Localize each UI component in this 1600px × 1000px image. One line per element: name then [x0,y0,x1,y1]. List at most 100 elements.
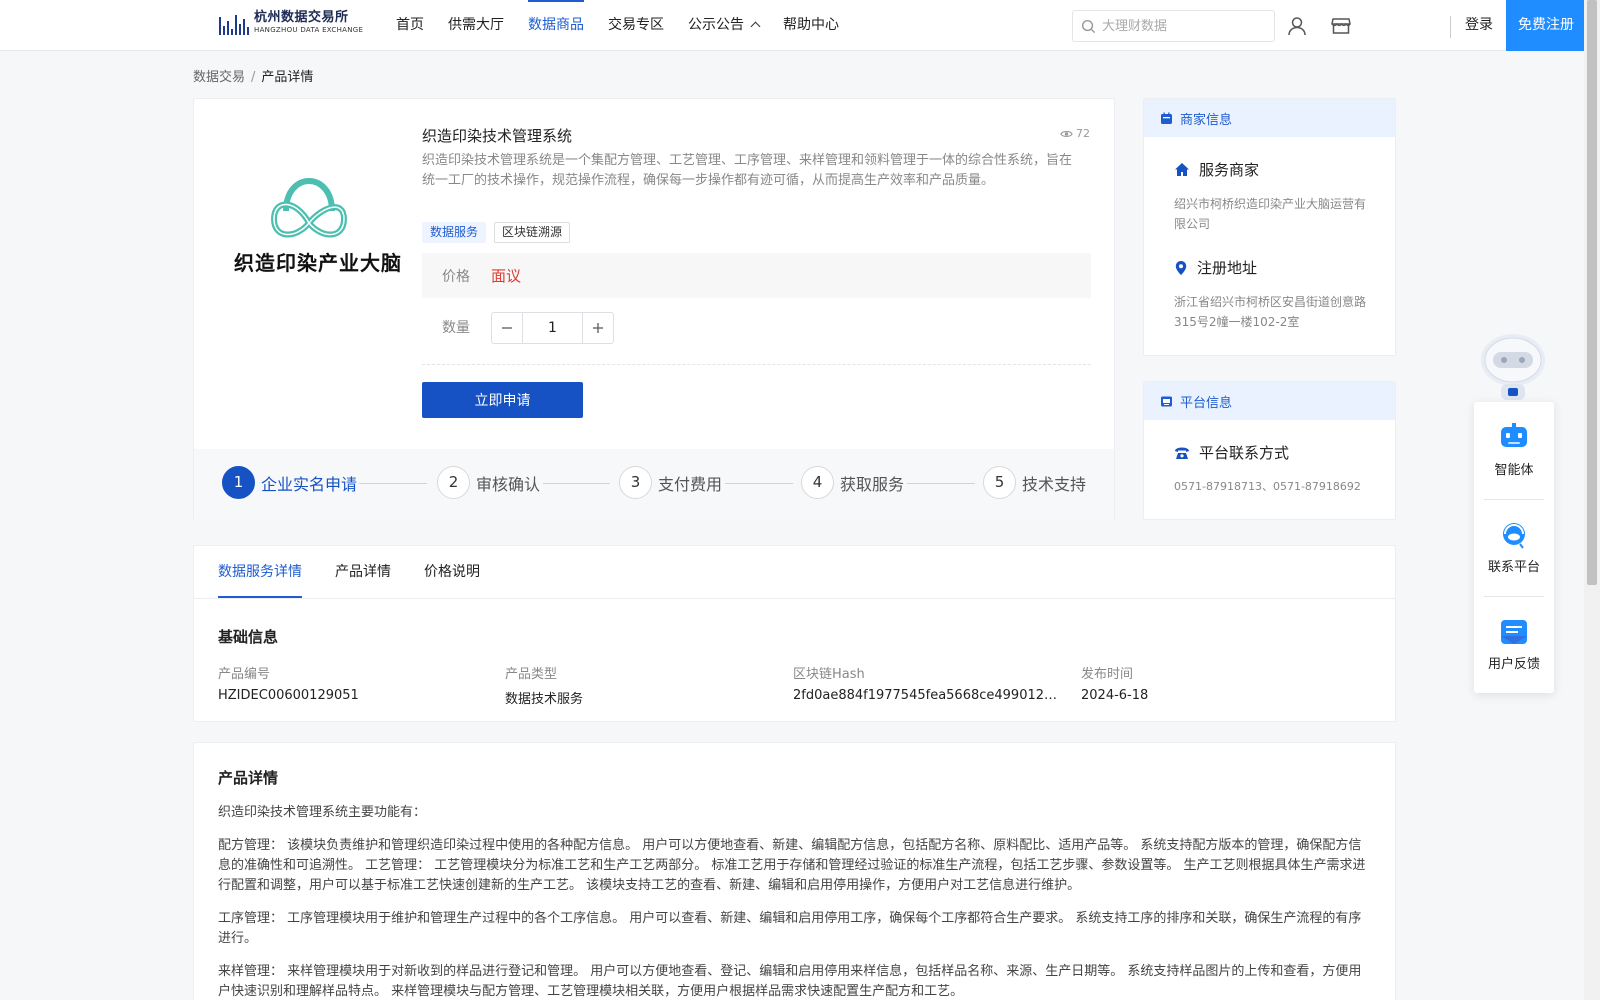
quantity-minus-button[interactable] [492,313,523,343]
ai-bot-icon [1501,423,1527,447]
nav-announcements[interactable]: 公示公告 [688,0,761,50]
user-feedback-button[interactable]: 用户反馈 [1474,596,1554,693]
breadcrumb-root[interactable]: 数据交易 [193,70,245,85]
platform-info-card: 平台信息 平台联系方式 0571-87918713、0571-87918692 [1143,381,1396,520]
login-link[interactable]: 登录 [1465,0,1493,50]
step-number: 4 [801,466,834,499]
monitor-icon [1161,396,1172,406]
eye-icon [1060,130,1073,137]
platform-contact-section: 平台联系方式 0571-87918713、0571-87918692 [1174,442,1384,497]
scrollbar-thumb[interactable] [1587,0,1597,585]
step-number: 3 [619,466,652,499]
info-product-id: 产品编号 HZIDEC00600129051 [218,663,488,703]
breadcrumb-separator: / [251,70,256,85]
price-value: 面议 [491,267,522,285]
step-connector [543,483,610,484]
product-details-body: 织造印染技术管理系统主要功能有： 配方管理： 该模块负责维护和管理织造印染过程中… [218,803,1368,1000]
nav-announcements-label: 公示公告 [688,17,744,33]
service-details-card: 数据服务详情 产品详情 价格说明 基础信息 产品编号 HZIDEC0060012… [193,545,1396,722]
header-divider [1450,16,1451,38]
info-key: 发布时间 [1081,667,1134,682]
quantity-stepper: 1 [491,312,614,344]
step-1: 1 企业实名申请 [222,466,357,499]
info-value: 2024-6-18 [1081,688,1149,703]
shop-icon[interactable] [1330,15,1352,37]
logo-name-en: HANGZHOU DATA EXCHANGE [254,26,364,34]
step-number: 2 [437,466,470,499]
logo-name-cn: 杭州数据交易所 [254,10,349,25]
top-header: 杭州数据交易所 HANGZHOU DATA EXCHANGE 首页 供需大厅 数… [0,0,1586,51]
detail-paragraph: 配方管理： 该模块负责维护和管理织造印染过程中使用的各种配方信息。 用户可以方便… [218,838,1366,893]
agent-label: 智能体 [1494,463,1534,478]
step-connector [907,483,975,484]
robot-mascot-icon[interactable] [1473,326,1553,404]
tab-price-description[interactable]: 价格说明 [424,546,480,598]
site-logo[interactable]: 杭州数据交易所 HANGZHOU DATA EXCHANGE [219,10,363,35]
nav-trade-zone[interactable]: 交易专区 [608,0,664,50]
product-title: 织造印染技术管理系统 [422,127,573,145]
contact-platform-button[interactable]: 联系平台 [1474,499,1554,596]
tabs-divider [194,598,1395,599]
step-label: 审核确认 [476,474,541,494]
quantity-plus-button[interactable] [582,313,613,343]
home-icon [1175,163,1189,176]
registered-address-title: 注册地址 [1197,259,1258,277]
feedback-mail-icon [1501,620,1527,644]
location-pin-icon [1175,260,1187,275]
quantity-value[interactable]: 1 [523,313,582,343]
product-logo: 织造印染产业大脑 [234,159,402,279]
quantity-label: 数量 [442,320,470,336]
tab-data-service-details[interactable]: 数据服务详情 [218,546,302,598]
service-merchant-title: 服务商家 [1199,161,1260,179]
search-input[interactable] [1102,18,1262,34]
step-3: 3 支付费用 [619,466,722,499]
tag-data-service: 数据服务 [422,222,487,243]
platform-info-title: 平台信息 [1180,395,1233,411]
step-label: 企业实名申请 [261,474,358,494]
info-publish-date: 发布时间 2024-6-18 [1081,663,1351,703]
tab-product-details[interactable]: 产品详情 [335,546,391,598]
logo-bars-icon [219,11,249,35]
page-scrollbar[interactable] [1584,0,1600,1000]
view-count-value: 72 [1076,127,1090,140]
search-icon [1081,19,1096,33]
product-logo-brand: 织造印染产业大脑 [234,251,402,275]
headset-icon [1503,523,1525,549]
merchant-info-card: 商家信息 服务商家 绍兴市柯桥织造印染产业大脑运营有限公司 注册地址 浙江省绍兴… [1143,98,1396,356]
info-key: 区块链Hash [793,667,865,682]
infinity-knot-logo-icon [270,178,348,238]
search-box[interactable] [1072,10,1275,42]
detail-paragraph: 来样管理： 来样管理模块用于对新收到的样品进行登记和管理。 用户可以方便地查看、… [218,964,1362,999]
breadcrumb-current: 产品详情 [261,70,314,85]
plus-icon [593,323,603,333]
minus-icon [502,327,512,329]
registered-address-section: 注册地址 浙江省绍兴市柯桥区安昌街道创意路315号2幢一楼102-2室 [1174,257,1366,332]
process-steps: 1 企业实名申请 2 审核确认 3 支付费用 4 获取服务 5 技术支持 [194,449,1114,520]
platform-contact-value: 0571-87918713、0571-87918692 [1174,480,1361,493]
nav-supply-demand[interactable]: 供需大厅 [448,0,504,50]
step-label: 支付费用 [658,474,723,494]
register-button[interactable]: 免费注册 [1506,0,1586,51]
agent-button[interactable]: 智能体 [1474,402,1554,499]
nav-home[interactable]: 首页 [396,0,424,50]
step-label: 获取服务 [840,474,905,494]
apply-now-button[interactable]: 立即申请 [422,382,583,418]
user-icon[interactable] [1286,15,1308,37]
detail-tabs: 数据服务详情 产品详情 价格说明 [218,546,513,598]
calendar-icon [1161,112,1172,124]
step-number: 1 [222,466,255,499]
step-4: 4 获取服务 [801,466,904,499]
info-blockchain-hash: 区块链Hash 2fd0ae884f1977545fea5668ce499012… [793,663,1063,703]
step-number: 5 [983,466,1016,499]
product-description: 织造印染技术管理系统是一个集配方管理、工艺管理、工序管理、来样管理和领料管理于一… [422,153,1073,188]
platform-contact-title: 平台联系方式 [1199,444,1290,462]
chevron-up-icon [750,21,761,32]
info-key: 产品类型 [505,667,558,682]
nav-help-center[interactable]: 帮助中心 [783,0,839,50]
dashed-divider [422,364,1091,365]
platform-info-header: 平台信息 [1144,382,1395,420]
registered-address-value: 浙江省绍兴市柯桥区安昌街道创意路315号2幢一楼102-2室 [1174,295,1367,329]
telephone-icon [1175,447,1189,459]
nav-data-products[interactable]: 数据商品 [528,0,584,50]
tag-blockchain-trace: 区块链溯源 [494,222,571,243]
